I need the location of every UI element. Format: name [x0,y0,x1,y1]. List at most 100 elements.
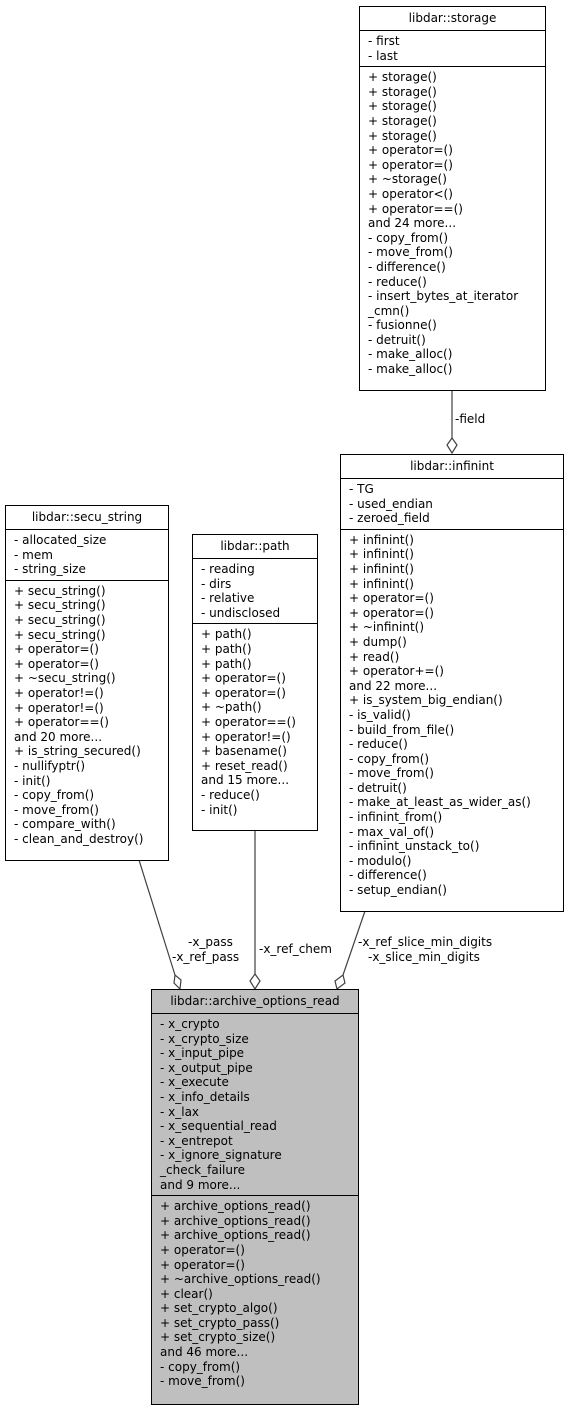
class-member: - x_lax [160,1104,200,1119]
class-member: and 22 more... [349,678,438,693]
class-member: _cmn() [368,303,410,318]
class-member: + operator=() [201,685,286,700]
methods-section: + path() + path() + path() + operator=() + o… [193,623,317,820]
class-title: libdar::storage [360,7,545,31]
class-member: + operator=() [349,591,434,606]
class-member: - infinint_from() [349,810,443,825]
edge-label-x-ref-pass: -x_ref_pass [172,950,240,964]
class-member: + operator==() [14,715,109,730]
class-member: + operator=() [368,157,453,172]
class-member: + path() [201,641,252,656]
class-member: - reduce() [368,274,427,289]
class-member: _check_failure [160,1162,246,1177]
class-member: - nullifyptr() [14,758,86,773]
class-member: + reset_read() [201,758,288,773]
class-member: - copy_from() [14,788,95,803]
class-member: - x_crypto_size [160,1031,249,1046]
class-title: libdar::infinint [341,455,563,479]
class-member: + set_crypto_algo() [160,1301,278,1316]
class-member: - last [368,48,398,63]
class-member: - relative [201,591,255,606]
class-member: and 9 more... [160,1177,241,1192]
methods-section: + secu_string() + secu_string() + secu_str… [6,579,168,850]
class-member: + infinint() [349,576,414,591]
class-member: + infinint() [349,561,414,576]
attributes-section: - x_crypto - x_crypto_size - x_input_pipe -… [152,1014,358,1195]
class-box-secu-string[interactable]: libdar::secu_string - allocated_size - me… [5,505,169,861]
class-member: + is_system_big_endian() [349,693,503,708]
class-box-infinint[interactable]: libdar::infinint - TG - used_endian - zero… [340,454,564,912]
class-box-archive-options-read[interactable]: libdar::archive_options_read - x_crypto -… [151,989,359,1405]
class-member: - difference() [349,868,427,883]
class-member: - detruit() [349,780,407,795]
class-member: - zeroed_field [349,511,430,526]
class-member: - modulo() [349,853,412,868]
class-member: - x_output_pipe [160,1060,253,1075]
class-member: + infinint() [349,532,414,547]
class-member: + operator<() [368,186,453,201]
class-member: - copy_from() [160,1359,241,1374]
methods-section: + archive_options_read() + archive_option… [152,1195,358,1392]
class-member: - make_alloc() [368,347,453,362]
class-member: + operator!=() [14,685,104,700]
class-member: - TG [349,482,374,496]
class-member: - init() [201,802,238,817]
class-member: and 24 more... [368,216,457,231]
class-member: + storage() [368,113,437,128]
edge-label-field: -field [455,412,486,426]
class-member: + ~archive_options_read() [160,1272,321,1287]
class-title: libdar::secu_string [6,506,168,530]
class-member: + operator+=() [349,664,444,679]
class-member: - allocated_size [14,533,107,547]
class-member: + set_crypto_pass() [160,1315,280,1330]
class-member: - reading [201,562,255,576]
class-member: + storage() [368,128,437,143]
class-member: + operator=() [14,656,99,671]
class-member: - fusionne() [368,318,437,333]
class-member: + dump() [349,634,407,649]
class-member: + storage() [368,84,437,99]
class-member: - copy_from() [368,230,449,245]
class-member: - detruit() [368,332,426,347]
class-member: + ~secu_string() [14,671,116,686]
edge-label-x-ref-slice-min-digits: -x_ref_slice_min_digits [358,935,493,949]
edge-secu-string-archive-options-read [138,859,176,976]
class-member: - move_from() [349,766,434,781]
class-member: + storage() [368,70,437,85]
class-member: + path() [201,656,252,671]
class-member: - is_valid() [349,707,411,722]
class-member: - copy_from() [349,751,430,766]
edge-label-x-slice-min-digits: -x_slice_min_digits [368,950,480,964]
class-member: + ~infinint() [349,620,425,635]
attributes-section: - first - last [360,31,545,66]
class-member: + archive_options_read() [160,1228,311,1243]
class-member: - reduce() [201,787,260,802]
class-member: + secu_string() [14,612,106,627]
class-member: - undisclosed [201,605,281,620]
class-member: + is_string_secured() [14,744,141,759]
class-title: libdar::path [193,535,317,559]
class-member: + ~path() [201,700,262,715]
class-member: - x_input_pipe [160,1046,245,1061]
class-box-path[interactable]: libdar::path - reading - dirs - relative - … [192,534,318,831]
class-member: - insert_bytes_at_iterator [368,289,519,304]
class-member: + infinint() [349,547,414,562]
class-member: - string_size [14,562,86,577]
aggregation-diamond-infinint-2 [334,973,346,991]
class-member: - x_crypto [160,1017,220,1031]
class-member: + set_crypto_size() [160,1330,276,1345]
class-member: - compare_with() [14,817,116,832]
class-member: - max_val_of() [349,824,435,839]
class-member: + secu_string() [14,598,106,613]
class-member: - x_ignore_signature [160,1148,282,1163]
class-member: + operator==() [201,714,296,729]
class-member: - reduce() [349,737,408,752]
class-member: - clean_and_destroy() [14,831,144,846]
class-member: - first [368,34,400,48]
class-member: - build_from_file() [349,722,455,737]
class-box-storage[interactable]: libdar::storage - first - last + storage(… [359,6,546,391]
class-member: + ~storage() [368,172,447,187]
class-member: + read() [349,649,400,664]
class-member: and 15 more... [201,773,290,788]
class-member: + secu_string() [14,583,106,598]
